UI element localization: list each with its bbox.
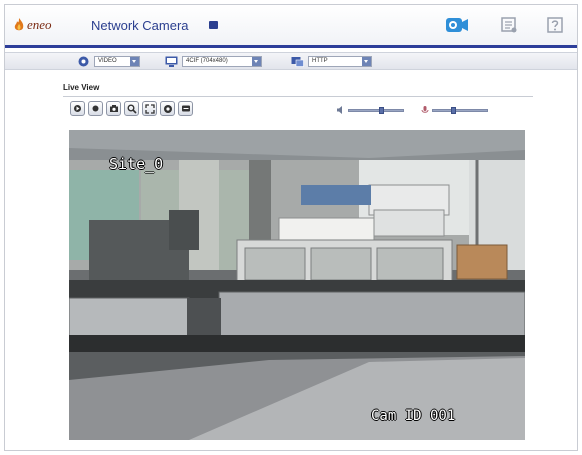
fullscreen-icon [144, 103, 155, 114]
speaker-volume-slider[interactable] [337, 106, 404, 114]
record-button[interactable] [178, 101, 193, 116]
resolution-group: 4CIF (704x480) [165, 56, 262, 67]
osd-site-label: Site_0 [109, 155, 164, 173]
microphone-volume-track[interactable] [432, 106, 488, 114]
snapshot-icon [109, 105, 118, 112]
fullscreen-button[interactable] [142, 101, 157, 116]
zoom-icon [127, 104, 137, 114]
speaker-icon [337, 106, 342, 114]
microphone-volume-knob[interactable] [451, 106, 456, 114]
microphone-icon [421, 106, 429, 113]
stream-toolbar: VIDEO 4CIF (704x480) HTTP [5, 52, 577, 70]
brand-name: eneo [27, 17, 52, 32]
app-title: Network Camera [91, 18, 189, 33]
protocol-group: HTTP [291, 56, 372, 67]
record-icon [181, 105, 190, 112]
live-video-stream[interactable]: Site_0 Cam ID 001 [69, 130, 525, 440]
audio-button[interactable] [160, 101, 175, 116]
eneo-flame-icon [14, 18, 24, 31]
header-divider [5, 45, 577, 48]
monitor-icon [165, 56, 178, 67]
protocol-select[interactable]: HTTP [308, 56, 372, 67]
osd-camera-id: Cam ID 001 [371, 408, 456, 424]
chevron-down-icon [252, 57, 261, 66]
setup-icon [501, 17, 517, 33]
live-view-divider [63, 96, 533, 97]
play-button[interactable] [70, 101, 85, 116]
play-icon [74, 105, 81, 112]
stream-group: VIDEO [77, 56, 140, 67]
header: eneo Network Camera [5, 5, 577, 45]
stream-select-value: VIDEO [98, 58, 117, 64]
zoom-button[interactable] [124, 101, 139, 116]
stream-select[interactable]: VIDEO [94, 56, 140, 67]
logo: eneo [13, 17, 52, 33]
resolution-select-value: 4CIF (704x480) [186, 58, 228, 64]
stop-button[interactable] [88, 101, 103, 116]
live-view-title: Live View [63, 83, 100, 92]
chevron-down-icon [362, 57, 371, 66]
speaker-volume-track[interactable] [348, 106, 404, 114]
speaker-volume-knob[interactable] [379, 106, 384, 114]
snapshot-button[interactable] [106, 101, 121, 116]
live-view-camera-icon [446, 18, 468, 32]
camera-scene-image [69, 130, 525, 440]
page-frame: eneo Network Camera VIDEO 4CIF (704x480)… [4, 4, 578, 451]
network-icon [291, 57, 304, 67]
live-view-button[interactable] [445, 15, 469, 35]
resolution-select[interactable]: 4CIF (704x480) [182, 56, 262, 67]
audio-icon [163, 104, 172, 113]
protocol-select-value: HTTP [312, 58, 328, 64]
title-menu-icon[interactable] [209, 21, 218, 29]
player-controls [70, 101, 193, 116]
help-button[interactable] [543, 15, 567, 35]
video-stream-icon [78, 56, 89, 67]
setup-button[interactable] [497, 15, 521, 35]
chevron-down-icon [130, 57, 139, 66]
stop-icon [92, 105, 99, 112]
help-icon [547, 17, 563, 33]
microphone-volume-slider[interactable] [421, 106, 488, 114]
